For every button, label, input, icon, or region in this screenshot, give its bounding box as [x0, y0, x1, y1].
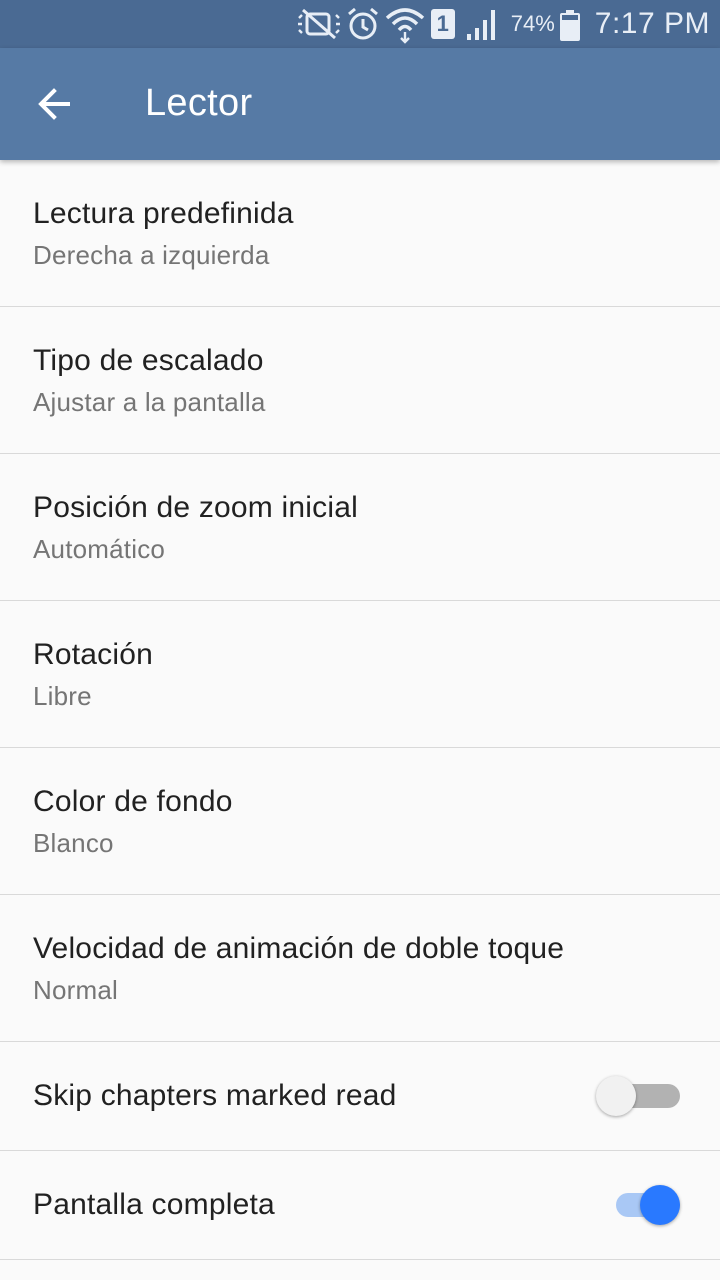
pref-summary: Normal — [33, 975, 118, 1005]
battery-icon — [559, 0, 581, 48]
pref-title: Color de fondo — [33, 785, 233, 818]
battery-percent: 74% — [510, 11, 555, 36]
pref-default-reading[interactable]: Lectura predefinida Derecha a izquierda — [0, 160, 720, 307]
pref-title: Lectura predefinida — [33, 197, 294, 230]
pref-double-tap-speed[interactable]: Velocidad de animación de doble toque No… — [0, 895, 720, 1042]
pref-zoom-start[interactable]: Posición de zoom inicial Automático — [0, 454, 720, 601]
page-title: Lector — [145, 82, 253, 124]
back-button[interactable] — [26, 78, 82, 130]
switch-thumb — [640, 1185, 680, 1225]
pref-fullscreen[interactable]: Pantalla completa — [0, 1151, 720, 1260]
pref-background-color[interactable]: Color de fondo Blanco — [0, 748, 720, 895]
pref-summary: Blanco — [33, 828, 114, 858]
pref-summary: Automático — [33, 534, 166, 564]
pref-scale-type[interactable]: Tipo de escalado Ajustar a la pantalla — [0, 307, 720, 454]
mute-vibrate-icon — [295, 0, 343, 48]
settings-list: Lectura predefinida Derecha a izquierda … — [0, 160, 720, 1260]
switch-thumb — [596, 1076, 636, 1116]
pref-summary: Libre — [33, 681, 92, 711]
wifi-icon — [383, 0, 427, 48]
app-bar: Lector — [0, 48, 720, 160]
pref-rotation[interactable]: Rotación Libre — [0, 601, 720, 748]
pref-skip-read-chapters[interactable]: Skip chapters marked read — [0, 1042, 720, 1151]
switch-title: Skip chapters marked read — [33, 1079, 397, 1112]
pref-title: Posición de zoom inicial — [33, 491, 358, 524]
switch-title: Pantalla completa — [33, 1188, 275, 1221]
pref-summary: Ajustar a la pantalla — [33, 387, 266, 417]
skip-read-toggle[interactable] — [596, 1076, 680, 1116]
fullscreen-toggle[interactable] — [616, 1185, 680, 1225]
status-bar: 1 74% 7:17 PM — [0, 0, 720, 48]
status-icons: 1 74% 7:17 PM — [295, 0, 710, 48]
clock: 7:17 PM — [594, 7, 710, 40]
pref-summary: Derecha a izquierda — [33, 240, 270, 270]
alarm-icon — [343, 0, 383, 48]
pref-title: Velocidad de animación de doble toque — [33, 932, 565, 965]
pref-title: Rotación — [33, 638, 154, 671]
pref-title: Tipo de escalado — [33, 344, 264, 377]
signal-icon — [465, 0, 501, 48]
sim-icon: 1 — [430, 9, 455, 39]
arrow-left-icon — [38, 88, 70, 120]
